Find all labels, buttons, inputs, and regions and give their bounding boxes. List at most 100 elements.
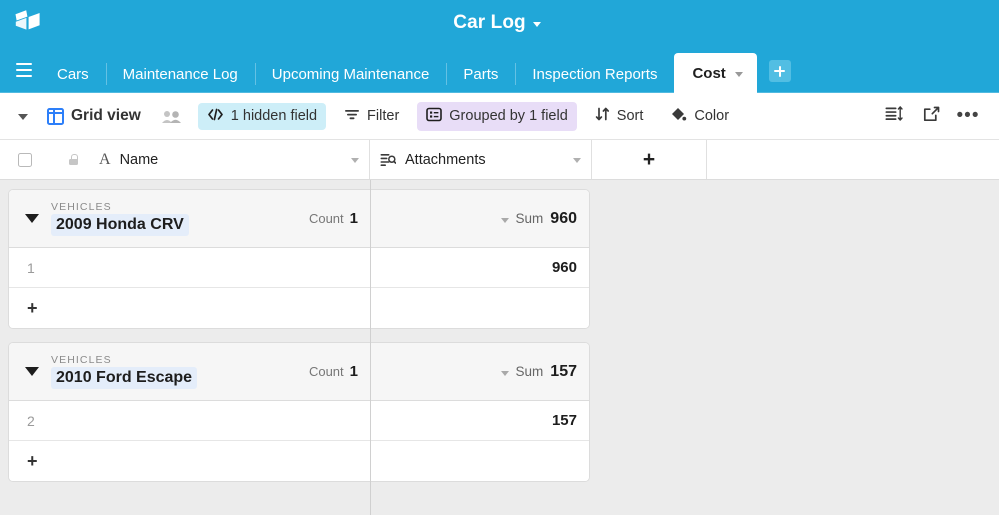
app-header: Car Log — [0, 0, 999, 46]
base-title-button[interactable]: Car Log — [453, 12, 545, 34]
add-record-button[interactable]: + — [9, 288, 371, 328]
tab-label: Parts — [463, 65, 499, 83]
group-count-summary[interactable]: Count 1 — [309, 210, 358, 227]
chevron-down-icon — [500, 370, 509, 376]
table-row[interactable]: 1 960 — [9, 248, 589, 288]
row-name-cell[interactable]: 1 — [9, 248, 371, 287]
hidden-fields-label: 1 hidden field — [230, 108, 318, 124]
group-header-left: VEHICLES 2010 Ford Escape Count 1 — [9, 343, 371, 400]
group-value: 2009 Honda CRV — [51, 214, 189, 236]
triangle-down-icon[interactable] — [25, 367, 39, 376]
collaborators-icon[interactable] — [161, 109, 183, 124]
group-sum-value: 157 — [550, 362, 577, 380]
add-record-button[interactable]: + — [9, 441, 371, 481]
lookup-field-icon — [380, 153, 397, 167]
sort-icon — [595, 107, 610, 125]
color-label: Color — [694, 108, 730, 124]
table-tab-bar: Cars Maintenance Log Upcoming Maintenanc… — [0, 46, 999, 93]
group-block: VEHICLES 2009 Honda CRV Count 1 Sum 960 — [8, 189, 590, 329]
frozen-column-divider[interactable] — [370, 180, 371, 515]
group-count-label: Count — [308, 211, 344, 226]
group-sum-summary[interactable]: Sum 960 — [371, 190, 589, 247]
tab-maintenance-log[interactable]: Maintenance Log — [105, 55, 255, 93]
group-field-name: VEHICLES — [51, 201, 112, 213]
group-label-block: VEHICLES 2009 Honda CRV — [51, 201, 189, 236]
sort-label: Sort — [616, 108, 644, 124]
select-all-checkbox[interactable] — [18, 152, 32, 167]
plus-icon: + — [27, 297, 38, 318]
view-selector-button[interactable]: Grid view — [41, 102, 150, 130]
hamburger-menu-icon[interactable] — [8, 50, 40, 90]
tab-label: Inspection Reports — [532, 65, 658, 83]
tab-cars[interactable]: Cars — [40, 55, 106, 93]
grid-view-icon — [47, 107, 64, 125]
group-label-block: VEHICLES 2010 Ford Escape — [51, 354, 198, 389]
add-record-row[interactable]: + — [9, 288, 589, 328]
triangle-down-icon[interactable] — [25, 214, 39, 223]
column-header-attachments[interactable]: Attachments — [370, 140, 592, 179]
chevron-down-icon — [500, 217, 509, 223]
more-options-button[interactable]: ••• — [951, 101, 985, 131]
group-count-value: 1 — [349, 210, 358, 227]
row-attachments-cell[interactable]: 960 — [371, 248, 589, 287]
lock-icon — [69, 154, 78, 165]
group-icon — [426, 107, 443, 126]
group-header: VEHICLES 2010 Ford Escape Count 1 Sum 15… — [9, 343, 589, 401]
add-field-button[interactable]: + — [592, 140, 707, 179]
row-height-button[interactable] — [877, 101, 911, 131]
filter-label: Filter — [367, 108, 400, 124]
column-header-name[interactable]: A Name — [0, 140, 370, 179]
chevron-down-icon[interactable] — [351, 157, 359, 163]
tab-upcoming-maintenance[interactable]: Upcoming Maintenance — [254, 55, 447, 93]
chevron-down-icon[interactable] — [573, 157, 581, 163]
group-sum-summary[interactable]: Sum 157 — [371, 343, 589, 400]
add-table-button[interactable] — [768, 60, 791, 82]
plus-icon: + — [642, 147, 656, 171]
group-count-label: Count — [308, 364, 344, 379]
add-record-row[interactable]: + — [9, 441, 589, 481]
group-value: 2010 Ford Escape — [51, 367, 198, 389]
row-attachments-value: 157 — [551, 412, 577, 429]
column-header-row: A Name Attachments + — [0, 140, 999, 180]
chevron-down-icon[interactable] — [734, 71, 743, 77]
share-view-button[interactable] — [914, 101, 948, 131]
filter-icon — [344, 108, 360, 125]
column-header-filler — [707, 140, 999, 179]
column-name-label: Name — [119, 151, 159, 168]
group-header-left: VEHICLES 2009 Honda CRV Count 1 — [9, 190, 371, 247]
group-label: Grouped by 1 field — [449, 108, 568, 124]
group-count-value: 1 — [349, 363, 358, 380]
tab-inspection-reports[interactable]: Inspection Reports — [515, 55, 674, 93]
row-number: 1 — [27, 259, 35, 276]
view-name: Grid view — [71, 107, 141, 124]
row-number: 2 — [27, 412, 35, 429]
tab-parts[interactable]: Parts — [446, 55, 515, 93]
grid-area: A Name Attachments + VEHICLES 2009 Honda… — [0, 140, 999, 515]
share-export-icon — [923, 106, 940, 127]
color-paint-icon — [670, 107, 687, 126]
row-name-cell[interactable]: 2 — [9, 401, 371, 440]
text-field-icon: A — [99, 150, 111, 168]
hidden-fields-button[interactable]: 1 hidden field — [197, 102, 327, 130]
chevron-down-icon — [532, 22, 541, 27]
row-attachments-cell[interactable]: 157 — [371, 401, 589, 440]
sidebar-toggle-caret-icon[interactable] — [18, 114, 28, 120]
tab-cost[interactable]: Cost — [674, 53, 757, 93]
hide-fields-icon — [207, 108, 224, 125]
add-record-filler — [371, 441, 589, 481]
add-record-filler — [371, 288, 589, 328]
row-height-icon — [885, 106, 903, 126]
group-list: VEHICLES 2009 Honda CRV Count 1 Sum 960 — [0, 180, 999, 482]
tab-label: Cost — [692, 64, 726, 82]
color-button[interactable]: Color — [661, 102, 738, 131]
sort-button[interactable]: Sort — [586, 102, 653, 130]
airtable-cube-icon — [14, 9, 42, 38]
group-count-summary[interactable]: Count 1 — [309, 363, 358, 380]
airtable-logo-button[interactable] — [0, 9, 52, 38]
group-field-name: VEHICLES — [51, 354, 112, 366]
more-horizontal-icon: ••• — [956, 105, 980, 126]
table-row[interactable]: 2 157 — [9, 401, 589, 441]
plus-icon: + — [27, 450, 38, 471]
filter-button[interactable]: Filter — [335, 103, 408, 130]
group-button[interactable]: Grouped by 1 field — [417, 101, 577, 131]
